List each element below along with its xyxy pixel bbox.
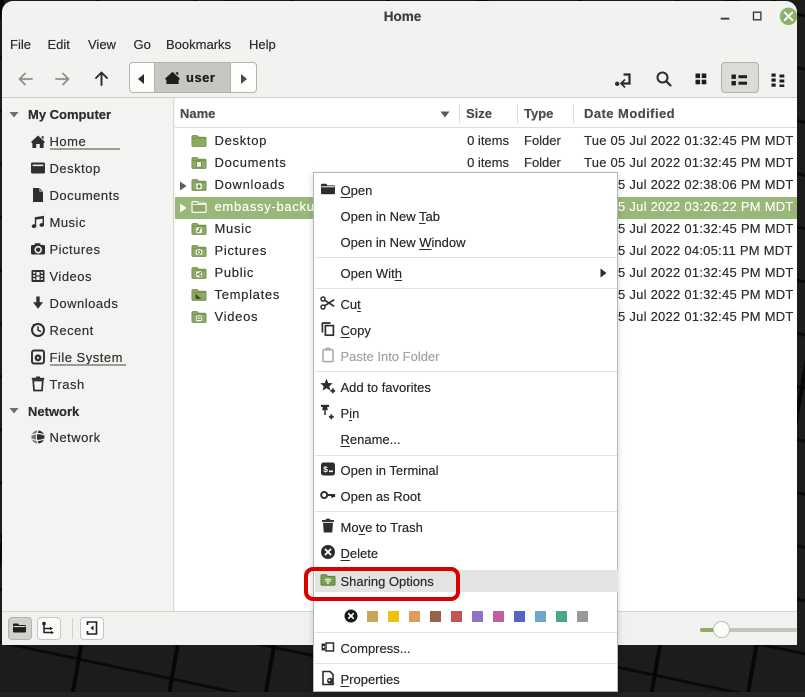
svg-text:$: $ (323, 465, 328, 475)
